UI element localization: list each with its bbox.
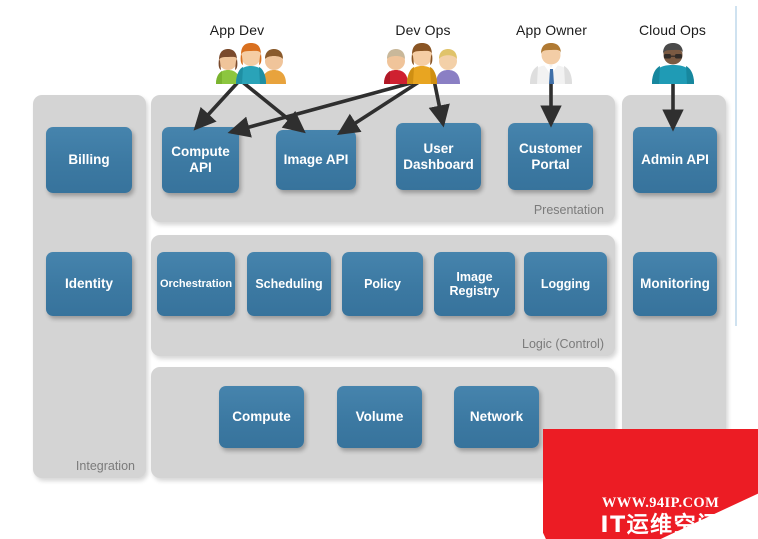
panel-label-presentation: Presentation [533, 203, 604, 217]
panel-label-management: Manaqement [642, 459, 715, 473]
actor-icon-cloud-ops-person-operator-icon [652, 43, 694, 84]
actor-label-app-dev: App Dev [209, 22, 265, 38]
panel-label-resources: Resources [544, 459, 604, 473]
node-compute-api[interactable]: Compute API [162, 127, 239, 193]
node-monitoring[interactable]: Monitoring [633, 252, 717, 316]
node-billing[interactable]: Billing [46, 127, 132, 193]
actor-label-cloud-ops: Cloud Ops [638, 22, 707, 38]
decorative-blue-rule [735, 6, 737, 326]
node-image-api[interactable]: Image API [276, 130, 356, 190]
actor-icon-app-dev-people-group-icon [216, 43, 286, 84]
actor-icon-app-owner-person-businessman-icon [530, 43, 572, 84]
panel-label-integration: Integration [75, 459, 135, 473]
node-image-registry[interactable]: Image Registry [434, 252, 515, 316]
node-user-dashboard[interactable]: User Dashboard [396, 123, 481, 190]
panel-label-logic: Logic (Control) [522, 337, 604, 351]
node-customer-portal[interactable]: Customer Portal [508, 123, 593, 190]
node-orchestration[interactable]: Orchestration [157, 252, 235, 316]
node-volume[interactable]: Volume [337, 386, 422, 448]
watermark-site-name: IT运维空间 [600, 512, 721, 538]
actor-label-dev-ops: Dev Ops [395, 22, 451, 38]
node-policy[interactable]: Policy [342, 252, 423, 316]
node-admin-api[interactable]: Admin API [633, 127, 717, 193]
node-network[interactable]: Network [454, 386, 539, 448]
architecture-diagram: Integration Presentation Logic (Control)… [0, 0, 758, 539]
node-identity[interactable]: Identity [46, 252, 132, 316]
node-compute[interactable]: Compute [219, 386, 304, 448]
actor-icon-dev-ops-people-group-icon [384, 43, 460, 84]
watermark-text: WWW.94IP.COM IT运维空间 [563, 496, 758, 537]
node-logging[interactable]: Logging [524, 252, 607, 316]
node-scheduling[interactable]: Scheduling [247, 252, 331, 316]
watermark-url: WWW.94IP.COM [601, 495, 720, 512]
actor-label-app-owner: App Owner [516, 22, 587, 38]
